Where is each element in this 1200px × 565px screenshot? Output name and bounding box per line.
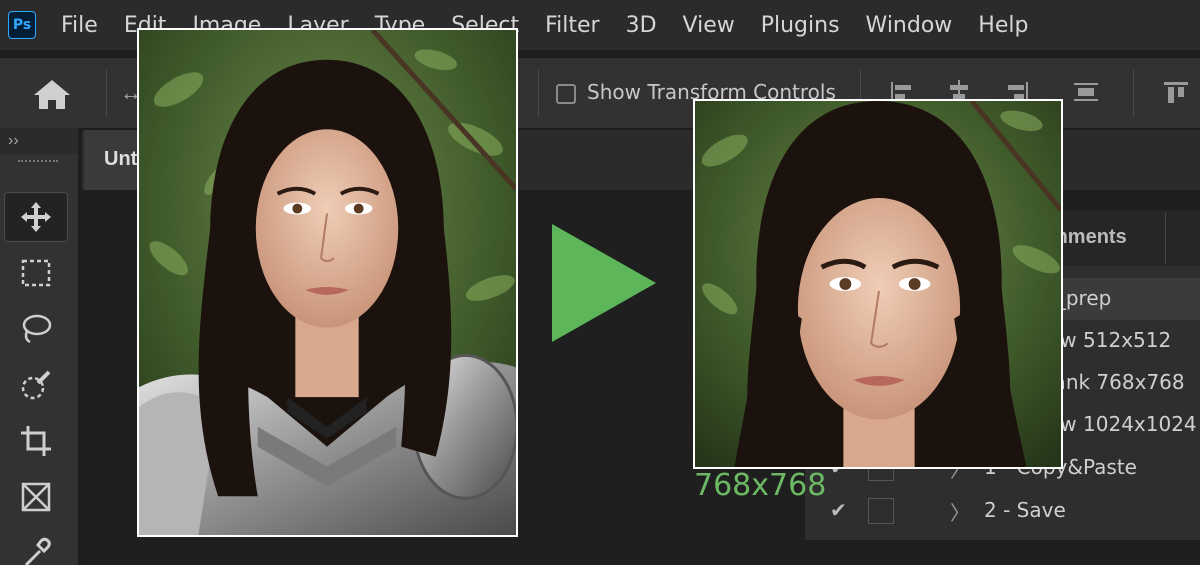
frame-tool-icon[interactable]: [4, 472, 68, 522]
menu-3d[interactable]: 3D: [626, 13, 657, 38]
action-row-label: ew 1024x1024: [1048, 412, 1197, 436]
toggle-check-icon[interactable]: ✔: [830, 498, 847, 522]
menu-window[interactable]: Window: [866, 13, 953, 38]
action-step-label: 2 - Save: [984, 498, 1066, 522]
play-arrow-icon: [552, 224, 656, 342]
toolbar-grip[interactable]: [18, 160, 58, 168]
source-portrait-image: [137, 28, 518, 537]
menu-help[interactable]: Help: [978, 13, 1028, 38]
result-portrait-image: [693, 99, 1063, 469]
quick-selection-tool-icon[interactable]: [4, 360, 68, 410]
menu-filter[interactable]: Filter: [545, 13, 599, 38]
options-separator: [538, 70, 539, 116]
menu-plugins[interactable]: Plugins: [761, 13, 840, 38]
action-row-label: ew 512x512: [1048, 328, 1172, 352]
chevron-right-icon[interactable]: 〉: [950, 497, 970, 526]
photoshop-logo: Ps: [8, 11, 36, 39]
eyedropper-tool-icon[interactable]: [4, 528, 68, 565]
align-top-icon[interactable]: [1160, 76, 1192, 108]
distribute-icon[interactable]: [1070, 76, 1102, 108]
menu-view[interactable]: View: [683, 13, 735, 38]
action-step-row[interactable]: ✔ 〉 2 - Save: [812, 490, 1200, 532]
home-icon[interactable]: [30, 76, 74, 112]
crop-tool-icon[interactable]: [4, 416, 68, 466]
marquee-tool-icon[interactable]: [4, 248, 68, 298]
options-separator: [106, 70, 107, 116]
show-transform-controls-checkbox[interactable]: [556, 84, 576, 104]
toolbar-collapse-chevron-icon[interactable]: ››: [0, 128, 78, 154]
tools-panel: [0, 154, 78, 565]
output-size-label: 768x768: [694, 468, 827, 503]
dialog-toggle-box[interactable]: [868, 498, 894, 524]
panel-tab-divider: [1165, 212, 1166, 264]
options-separator: [1133, 70, 1134, 116]
menu-file[interactable]: File: [61, 13, 98, 38]
action-row-label: lank 768x768: [1048, 370, 1185, 394]
lasso-tool-icon[interactable]: [4, 304, 68, 354]
move-tool-icon[interactable]: [4, 192, 68, 242]
